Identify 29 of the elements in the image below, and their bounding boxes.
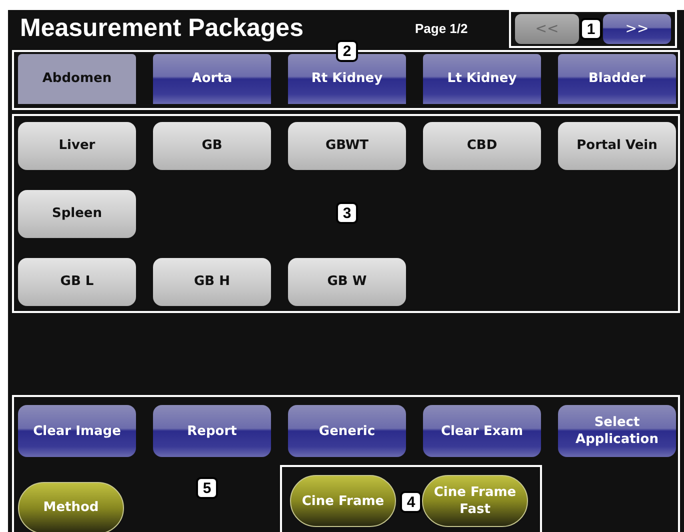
measurement-button[interactable]: GB L <box>18 258 136 306</box>
next-page-button[interactable]: >> <box>603 14 671 44</box>
package-tab[interactable]: Abdomen <box>18 54 136 104</box>
measurement-button[interactable]: GBWT <box>288 122 406 170</box>
measurement-button[interactable]: Portal Vein <box>558 122 676 170</box>
measurement-button[interactable]: GB <box>153 122 271 170</box>
action-button[interactable]: Generic <box>288 405 406 457</box>
measurement-button[interactable]: Spleen <box>18 190 136 238</box>
callout-marker: 5 <box>196 477 218 499</box>
cine-button[interactable]: Cine Frame Fast <box>422 475 528 527</box>
package-tab[interactable]: Bladder <box>558 54 676 104</box>
page-indicator: Page 1/2 <box>415 20 469 38</box>
method-button[interactable]: Method <box>18 482 124 532</box>
action-button[interactable]: Clear Exam <box>423 405 541 457</box>
callout-marker: 1 <box>580 18 602 40</box>
measurement-button[interactable]: CBD <box>423 122 541 170</box>
package-tab[interactable]: Aorta <box>153 54 271 104</box>
callout-marker: 4 <box>400 491 422 513</box>
action-button[interactable]: Report <box>153 405 271 457</box>
cine-button[interactable]: Cine Frame <box>290 475 396 527</box>
page-title: Measurement Packages <box>20 13 304 44</box>
measurement-button[interactable]: GB W <box>288 258 406 306</box>
measurement-button[interactable]: Liver <box>18 122 136 170</box>
action-button[interactable]: Clear Image <box>18 405 136 457</box>
action-button[interactable]: Select Application <box>558 405 676 457</box>
callout-marker: 3 <box>336 202 358 224</box>
callout-marker: 2 <box>336 40 358 62</box>
measurement-button[interactable]: GB H <box>153 258 271 306</box>
package-tab[interactable]: Lt Kidney <box>423 54 541 104</box>
